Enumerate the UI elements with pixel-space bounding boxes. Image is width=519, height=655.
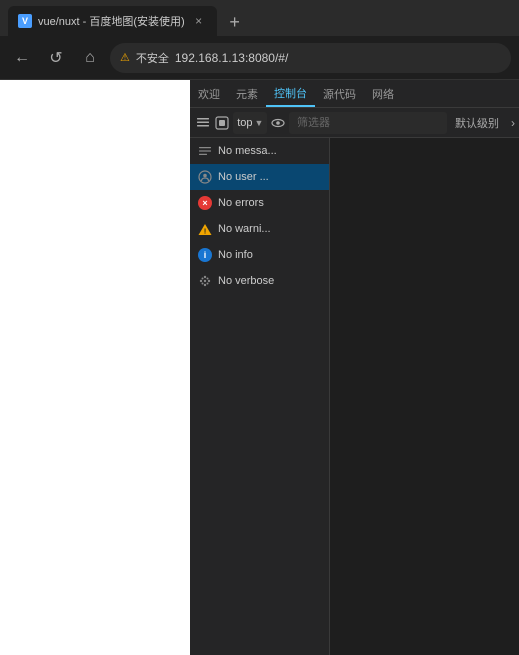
log-label-verbose: No verbose [218,275,274,287]
tab-favicon: V [18,14,32,28]
tab-network[interactable]: 网络 [364,80,402,107]
tab-welcome[interactable]: 欢迎 [190,80,228,107]
address-input[interactable]: ⚠ 不安全 192.168.1.13:8080/#/ [110,43,511,73]
tab-title: vue/nuxt - 百度地图(安装使用) [38,13,185,29]
security-label: 不安全 [136,50,169,66]
browser-frame: V vue/nuxt - 百度地图(安装使用) × + ← ↺ ⌂ ⚠ 不安全 … [0,0,519,655]
user-icon [198,170,212,184]
log-item-messages[interactable]: No messa... [190,138,329,164]
tab-bar: V vue/nuxt - 百度地图(安装使用) × + [0,0,519,36]
filter-input[interactable] [289,112,447,134]
clear-console-button[interactable] [194,112,212,134]
log-item-warnings[interactable]: ! No warni... [190,216,329,242]
active-tab[interactable]: V vue/nuxt - 百度地图(安装使用) × [8,6,217,36]
info-icon: i [198,248,212,262]
svg-text:!: ! [204,228,206,235]
address-bar: ← ↺ ⌂ ⚠ 不安全 192.168.1.13:8080/#/ [0,36,519,80]
log-label-warnings: No warni... [218,223,271,235]
log-item-errors[interactable]: × No errors [190,190,329,216]
log-label-errors: No errors [218,197,264,209]
log-item-verbose[interactable]: No verbose [190,268,329,294]
context-icon-button[interactable] [214,112,232,134]
security-icon: ⚠ [120,51,130,64]
log-level-button[interactable]: 默认级别 [449,112,505,134]
devtools-panel: 欢迎 元素 控制台 源代码 网络 [0,80,519,655]
context-dropdown-label: top [237,117,252,129]
console-area: No messa... No user ... [190,138,519,655]
devtools-tabs: 欢迎 元素 控制台 源代码 网络 [190,80,519,108]
home-button[interactable]: ⌂ [76,44,104,72]
log-label-messages: No messa... [218,145,277,157]
message-icon [198,144,212,158]
tab-close-button[interactable]: × [191,13,207,29]
expand-icon[interactable]: › [511,116,515,130]
error-icon: × [198,196,212,210]
verbose-icon [198,274,212,288]
log-item-user[interactable]: No user ... [190,164,329,190]
eye-button[interactable] [269,112,287,134]
log-item-info[interactable]: i No info [190,242,329,268]
context-dropdown[interactable]: top ▼ [233,112,267,134]
refresh-button[interactable]: ↺ [42,44,70,72]
devtools-right: 欢迎 元素 控制台 源代码 网络 [190,80,519,655]
tab-elements[interactable]: 元素 [228,80,266,107]
back-button[interactable]: ← [8,44,36,72]
tab-sources[interactable]: 源代码 [315,80,364,107]
log-list: No messa... No user ... [190,138,330,655]
new-tab-button[interactable]: + [221,8,249,36]
devtools-toolbar: top ▼ 默认级别 › [190,108,519,138]
address-text: 192.168.1.13:8080/#/ [175,51,501,65]
log-label-user: No user ... [218,171,269,183]
console-output [330,138,519,655]
tab-console[interactable]: 控制台 [266,80,315,107]
dropdown-arrow-icon: ▼ [254,118,263,128]
page-area [0,80,190,655]
warning-icon: ! [198,222,212,236]
log-label-info: No info [218,249,253,261]
